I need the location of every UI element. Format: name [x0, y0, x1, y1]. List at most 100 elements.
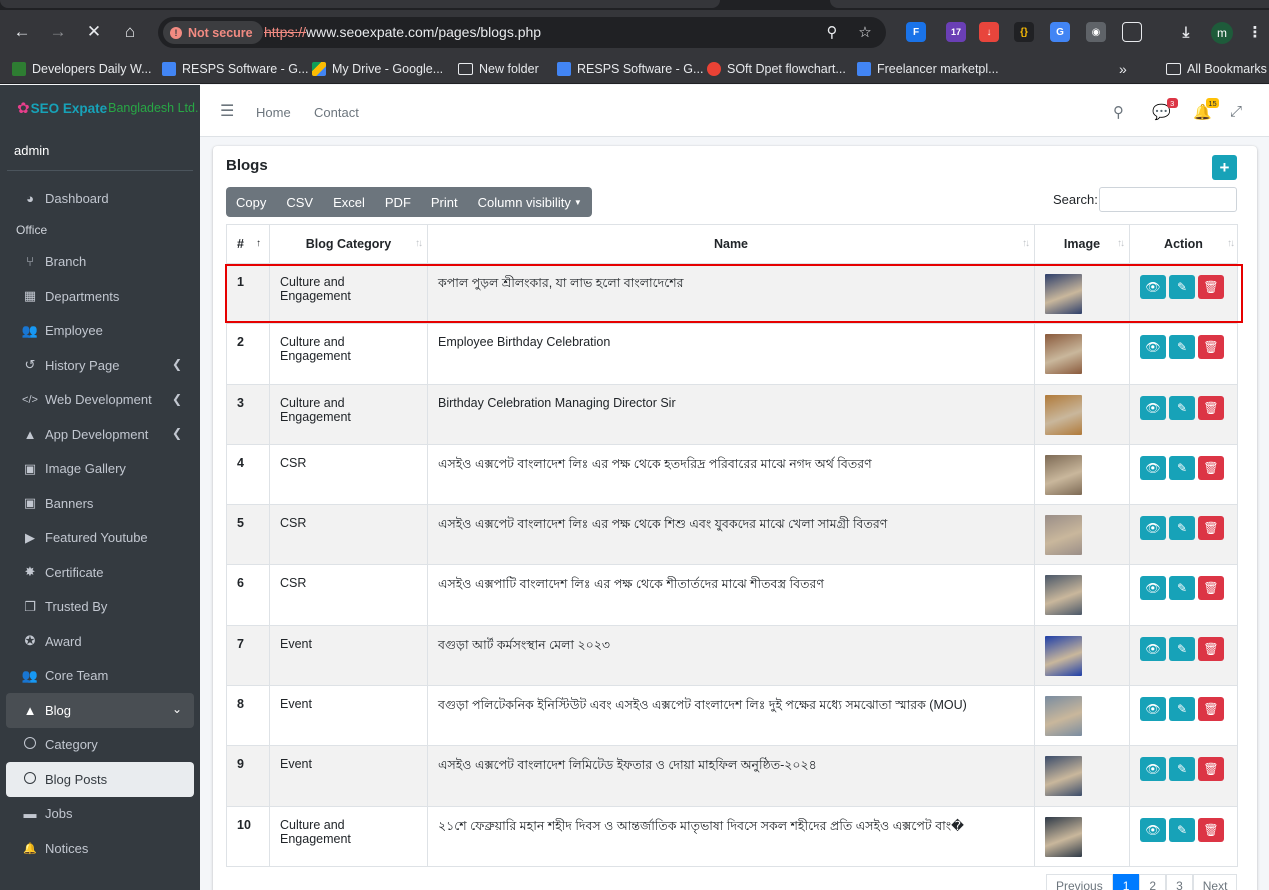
view-button[interactable]: 👁 [1140, 697, 1166, 722]
sidebar-item-jobs[interactable]: ▬ Jobs [6, 797, 194, 832]
sidebar-item-dashboard[interactable]: ◕ Dashboard [6, 181, 194, 216]
blog-thumbnail[interactable] [1045, 756, 1082, 797]
sidebar-item-departments[interactable]: ▦ Departments [6, 279, 194, 314]
header-name[interactable]: Name ↑↓ [427, 224, 1035, 264]
blog-thumbnail[interactable] [1045, 394, 1082, 435]
blog-thumbnail[interactable] [1045, 635, 1082, 676]
download-extension-icon[interactable]: ↓ [979, 22, 999, 42]
menu-icon[interactable]: ⋮ [1245, 22, 1265, 42]
sidebar-item-featured-youtube[interactable]: ▶ Featured Youtube [6, 521, 194, 556]
edit-button[interactable]: ✎ [1169, 275, 1195, 299]
sidebar-item-trusted-by[interactable]: ❐ Trusted By [6, 590, 194, 625]
bookmark-folder[interactable]: New folder [458, 60, 539, 78]
nav-home-link[interactable]: Home [256, 105, 291, 120]
sidebar-item-employee[interactable]: 👥 Employee [6, 314, 194, 349]
all-bookmarks[interactable]: All Bookmarks [1166, 60, 1267, 78]
bookmark-item[interactable]: RESPS Software - G... [557, 60, 703, 78]
blog-thumbnail[interactable] [1045, 334, 1082, 375]
delete-button[interactable]: 🗑 [1198, 697, 1224, 722]
brand-logo[interactable]: ✿ SEO Expate Bangladesh Ltd. [0, 85, 200, 131]
back-icon[interactable]: ← [8, 18, 36, 46]
blog-thumbnail[interactable] [1045, 454, 1082, 495]
puzzle-icon[interactable] [1122, 22, 1142, 42]
notifications-icon[interactable]: 🔔 15 [1193, 98, 1219, 121]
edit-button[interactable]: ✎ [1169, 335, 1195, 360]
bookmark-item[interactable]: My Drive - Google... [312, 60, 443, 78]
star-icon[interactable]: ☆ [855, 22, 875, 42]
stop-loading-icon[interactable]: ✕ [80, 18, 108, 46]
bookmark-item[interactable]: Freelancer marketpl... [857, 60, 999, 78]
blog-thumbnail[interactable] [1045, 816, 1082, 857]
header-blog-category[interactable]: Blog Category ↑↓ [269, 224, 428, 264]
downloads-icon[interactable]: ⤓ [1176, 22, 1196, 42]
sidebar-item-award[interactable]: ✪ Award [6, 624, 194, 659]
bookmark-item[interactable]: Developers Daily W... [12, 60, 151, 78]
header-action[interactable]: Action ↑↓ [1129, 224, 1238, 264]
camera-icon[interactable]: ◉ [1086, 22, 1106, 42]
header-image[interactable]: Image ↑↓ [1034, 224, 1130, 264]
delete-button[interactable]: 🗑 [1198, 757, 1224, 782]
blog-thumbnail[interactable] [1045, 274, 1082, 314]
excel-button[interactable]: Excel [323, 187, 375, 217]
sidebar-item-core-team[interactable]: 👥 Core Team [6, 659, 194, 694]
pagination-page-1[interactable]: 1 [1112, 874, 1140, 890]
print-button[interactable]: Print [421, 187, 468, 217]
view-button[interactable]: 👁 [1140, 516, 1166, 541]
delete-button[interactable]: 🗑 [1198, 576, 1224, 601]
blog-thumbnail[interactable] [1045, 515, 1082, 556]
url-text[interactable]: https://www.seoexpate.com/pages/blogs.ph… [264, 24, 541, 40]
sidebar-item-notices[interactable]: 🔔 Notices [6, 831, 194, 866]
header-number[interactable]: # ↑ [226, 224, 270, 264]
translate-icon[interactable]: G [1050, 22, 1070, 42]
edit-button[interactable]: ✎ [1169, 697, 1195, 722]
sidebar-item-history-page[interactable]: ↺ History Page ❮ [6, 348, 194, 383]
bookmark-item[interactable]: RESPS Software - G... [162, 60, 308, 78]
delete-button[interactable]: 🗑 [1198, 395, 1224, 420]
browser-tab[interactable] [0, 0, 720, 8]
blog-thumbnail[interactable] [1045, 696, 1082, 737]
security-chip[interactable]: ! Not secure [163, 21, 263, 44]
pagination-page-3[interactable]: 3 [1166, 874, 1193, 890]
pagination-next[interactable]: Next [1192, 874, 1238, 890]
address-bar[interactable]: ! Not secure https://www.seoexpate.com/p… [158, 17, 886, 48]
add-blog-button[interactable]: + [1212, 155, 1237, 180]
more-bookmarks-icon[interactable]: » [1119, 60, 1127, 78]
delete-button[interactable]: 🗑 [1198, 516, 1224, 541]
view-button[interactable]: 👁 [1140, 455, 1166, 480]
extension-icon[interactable]: F [906, 22, 926, 42]
pagination-page-2[interactable]: 2 [1139, 874, 1167, 890]
profile-avatar[interactable]: m [1211, 22, 1233, 44]
search-icon[interactable]: ⚲ [822, 22, 842, 42]
sidebar-item-category[interactable]: Category [6, 728, 194, 763]
view-button[interactable]: 👁 [1140, 576, 1166, 601]
view-button[interactable]: 👁 [1140, 757, 1166, 782]
pdf-button[interactable]: PDF [375, 187, 421, 217]
sidebar-item-branch[interactable]: ⑂ Branch [6, 245, 194, 280]
column-visibility-button[interactable]: Column visibility ▼ [468, 187, 592, 217]
sidebar-item-image-gallery[interactable]: ▣ Image Gallery [6, 452, 194, 487]
search-input[interactable] [1099, 187, 1237, 212]
messages-icon[interactable]: 💬 3 [1152, 98, 1178, 121]
sidebar-item-app-development[interactable]: ▲ App Development ❮ [6, 417, 194, 452]
delete-button[interactable]: 🗑 [1198, 455, 1224, 480]
fullscreen-icon[interactable]: ⤢ [1230, 103, 1242, 120]
pagination-previous[interactable]: Previous [1046, 874, 1113, 890]
delete-button[interactable]: 🗑 [1198, 275, 1224, 299]
menu-toggle-icon[interactable]: ☰ [220, 101, 234, 121]
view-button[interactable]: 👁 [1140, 275, 1166, 299]
bookmark-item[interactable]: SOft Dpet flowchart... [707, 60, 846, 78]
sidebar-item-banners[interactable]: ▣ Banners [6, 486, 194, 521]
browser-tab[interactable] [830, 0, 1269, 8]
delete-button[interactable]: 🗑 [1198, 817, 1224, 842]
edit-button[interactable]: ✎ [1169, 576, 1195, 601]
delete-button[interactable]: 🗑 [1198, 636, 1224, 661]
view-button[interactable]: 👁 [1140, 395, 1166, 420]
json-extension-icon[interactable]: {} [1014, 22, 1034, 42]
edit-button[interactable]: ✎ [1169, 636, 1195, 661]
view-button[interactable]: 👁 [1140, 817, 1166, 842]
delete-button[interactable]: 🗑 [1198, 335, 1224, 360]
sidebar-item-blog-posts[interactable]: Blog Posts [6, 762, 194, 797]
edit-button[interactable]: ✎ [1169, 455, 1195, 480]
extension-badge-icon[interactable]: 17 [946, 22, 966, 42]
blog-thumbnail[interactable] [1045, 575, 1082, 616]
